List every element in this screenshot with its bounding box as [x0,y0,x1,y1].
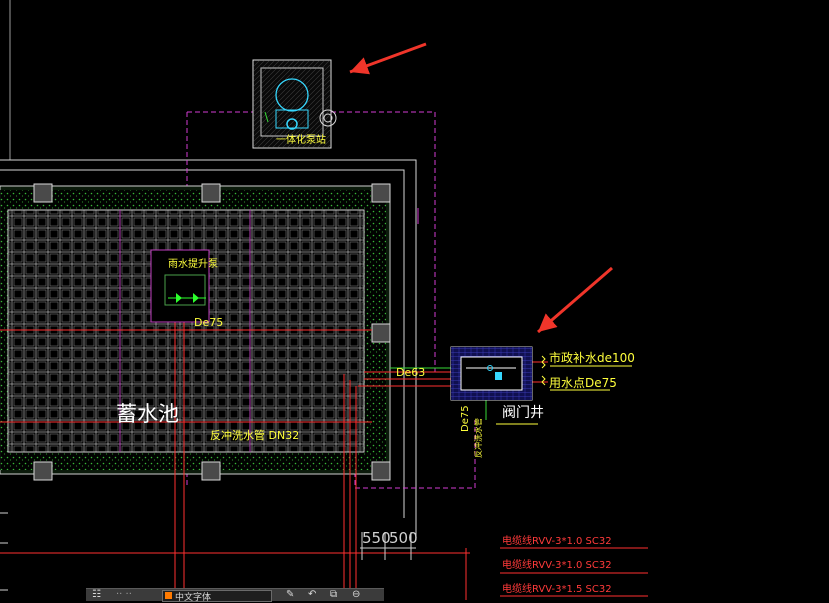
rain-pump-label: 雨水提升泵 [168,259,218,270]
backwash-vertical-label: 反冲洗水管 [474,418,483,458]
cable-label-3: 电缆线RVV-3*1.5 SC32 [502,584,612,595]
valve-well-label: 阀门井 [502,405,544,421]
cad-drawing-canvas[interactable] [0,0,829,600]
match-layer-icon[interactable]: ✎ [286,589,294,600]
layer-isolate-icon[interactable]: ⧉ [330,589,337,600]
layer-dropdown[interactable]: 中文字体 [162,590,272,603]
pump-room-label: 一体化泵站 [276,135,326,146]
layer-color-swatch [165,592,172,599]
layer-previous-icon[interactable]: ↶ [308,589,316,600]
water-point-label: 用水点De75 [549,376,617,390]
de75-vertical-label: De75 [460,405,471,432]
backwash-pipe-label: 反冲洗水管 DN32 [210,429,300,442]
pump-pipe-size-label: De75 [194,316,224,329]
layer-manager-icon[interactable]: ☷ [92,589,101,600]
tank-label: 蓄水池 [116,402,179,426]
de63-pipe-label: De63 [396,366,426,379]
valve-well [450,346,533,401]
toolbar-separator-icon: ·· ·· [116,589,132,600]
layer-toolbar: ☷ ·· ·· 中文字体 ✎ ↶ ⧉ ⊖ [86,588,384,603]
cable-label-1: 电缆线RVV-3*1.0 SC32 [502,536,612,547]
dimension-b-label: 500 [389,529,418,547]
cable-label-2: 电缆线RVV-3*1.0 SC32 [502,560,612,571]
municipal-supply-label: 市政补水de100 [549,351,635,365]
layer-freeze-icon[interactable]: ⊖ [352,589,360,600]
layer-name: 中文字体 [175,593,212,603]
dimension-a-label: 550 [362,529,391,547]
